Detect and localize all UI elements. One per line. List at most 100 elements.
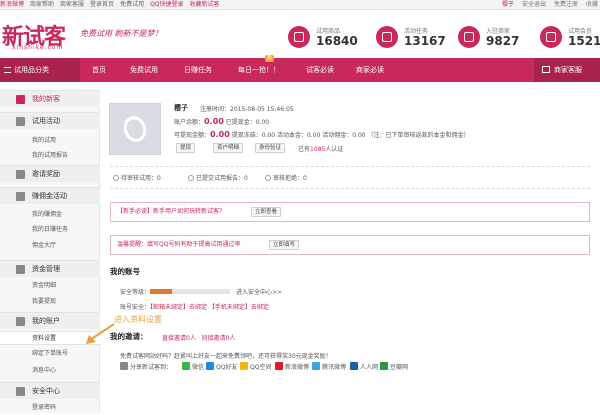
balance-row: 账户余额：0.00 已提现金：0.00 — [174, 117, 269, 126]
security-level-row: 安全等级： 进入安全中心>> — [120, 287, 282, 296]
top-bar: 新浪微博 商家帮助 商家客服 登录首页 免费试用 QQ快捷登录 收藏新试客 樱子… — [0, 0, 600, 10]
divider — [110, 166, 590, 167]
check-icon — [188, 175, 194, 181]
bind-links[interactable]: 【邮箱未绑定】去绑定 【手机未绑定】去绑定 — [150, 304, 269, 311]
sidebar-item-withdraw[interactable]: 我要提现 — [0, 295, 100, 309]
sidebar-item-bind-account[interactable]: 绑定下单账号 — [0, 347, 100, 361]
sidebar-fund-mgmt[interactable]: 资金管理 — [0, 260, 100, 277]
category-menu[interactable]: 试用品分类 — [0, 58, 80, 82]
headset-icon — [542, 66, 550, 73]
share-renren-label: 人人网 — [360, 364, 379, 371]
invite-description: 免费试客网站好吗？赶紧叫上好友一起来免费领吧，还可获得奖30元现金奖励！ — [120, 353, 332, 360]
topbar-link-service[interactable]: 商家客服 — [60, 0, 84, 10]
topbar-link-qq-login[interactable]: QQ快捷登录 — [150, 0, 183, 10]
share-tencent-weibo[interactable]: 腾讯微博 — [312, 362, 346, 371]
topbar-link-favorite[interactable]: 收藏新试客 — [190, 0, 220, 10]
gift-icon — [16, 170, 25, 179]
withdraw-button[interactable]: 提现 — [176, 143, 196, 153]
sidebar-item-my-earn[interactable]: 我的赚佣金 — [0, 208, 100, 222]
topbar-username[interactable]: 樱子 — [502, 0, 514, 10]
menu-icon — [4, 67, 11, 73]
profile-username: 樱子 — [174, 104, 188, 112]
security-center-link[interactable]: 进入安全中心>> — [236, 289, 282, 296]
share-qq-friend[interactable]: QQ好友 — [206, 362, 237, 371]
merchant-service-button[interactable]: 商家客服 — [534, 58, 600, 82]
hot-badge: 抢 — [265, 55, 275, 62]
sidebar-label: 试用活动 — [32, 117, 60, 125]
stat-value: 9827 — [486, 34, 520, 48]
shop-icon — [458, 26, 480, 48]
sidebar-item-my-report[interactable]: 我的试用报告 — [0, 149, 100, 163]
category-label: 试用品分类 — [14, 66, 49, 74]
nav-daily-task[interactable]: 日赚任务 — [184, 58, 212, 82]
share-sina-weibo[interactable]: 新浪微博 — [275, 362, 309, 371]
renren-icon — [350, 362, 358, 370]
nav-merchant-guide[interactable]: 商家必读 — [356, 58, 384, 82]
certified-suffix: 人认证 — [325, 146, 344, 153]
security-level-bar — [150, 289, 231, 294]
share-weibo-label: 新浪微博 — [285, 364, 310, 371]
nav-free-trial[interactable]: 免费试用 — [130, 58, 158, 82]
divider — [110, 188, 590, 189]
sidebar-my-center[interactable]: 我的新客 — [0, 90, 100, 107]
site-logo-domain: xinshike.com — [12, 44, 64, 51]
clock-icon — [113, 175, 119, 181]
topbar-link-free[interactable]: 免费试用 — [120, 0, 144, 10]
tencent-weibo-icon — [312, 362, 320, 370]
coin-icon — [16, 192, 25, 201]
sidebar-invite[interactable]: 邀请奖励 — [0, 165, 100, 182]
verify-identity-button[interactable]: 身份验证 — [255, 143, 286, 153]
topbar-favorite[interactable]: 收藏 — [586, 0, 598, 10]
topbar-logout[interactable]: 安全退出 — [522, 0, 546, 10]
sidebar-item-messages[interactable]: 消息中心 — [0, 364, 100, 378]
invite-count-link[interactable]: 直接邀请0人 · 间接邀请0人 — [162, 333, 235, 342]
account-security-row: 账号安全：【邮箱未绑定】去绑定 【手机未绑定】去绑定 — [120, 302, 269, 311]
status-waiting[interactable]: 待审核试用：0 — [113, 173, 161, 182]
sidebar-label: 赚佣金活动 — [32, 192, 67, 200]
share-wechat[interactable]: 微信 — [182, 362, 204, 371]
status-rejected-label: 审核拒绝：0 — [273, 175, 307, 182]
douban-icon — [380, 362, 388, 370]
sidebar-item-commission-hall[interactable]: 佣金大厅 — [0, 239, 100, 253]
status-waiting-label: 待审核试用：0 — [121, 175, 161, 182]
profile-register-time: 注册时间：2015-08-05 15:46:05 — [200, 106, 294, 113]
sidebar-earn[interactable]: 赚佣金活动 — [0, 187, 100, 204]
nav-trier-guide[interactable]: 试客必读 — [306, 58, 334, 82]
withdrawable-label: 可提现金额： — [174, 132, 211, 139]
sidebar-security[interactable]: 安全中心 — [0, 382, 100, 399]
status-reported[interactable]: 已提交试用报告：0 — [188, 173, 248, 182]
share-douban[interactable]: 豆瓣网 — [380, 362, 408, 371]
status-rejected[interactable]: 审核拒绝：0 — [265, 173, 307, 182]
qq-icon — [206, 362, 214, 370]
notice-newbie: 【新手必读】新手用户如何玩转新试客？ 立即查看 — [110, 202, 590, 222]
stat-value: 15212 — [568, 34, 600, 48]
stat-value: 16840 — [316, 34, 358, 48]
share-renren[interactable]: 人人网 — [350, 362, 378, 371]
sidebar-item-my-trial[interactable]: 我的试用 — [0, 134, 100, 148]
account-detail-button[interactable]: 资户明细 — [213, 143, 244, 153]
status-reported-label: 已提交试用报告：0 — [196, 175, 248, 182]
topbar-register[interactable]: 免费注册 — [554, 0, 578, 10]
share-icon — [120, 362, 128, 370]
certified-count: 1085 — [310, 146, 326, 153]
shield-icon — [16, 387, 25, 396]
share-label: 分享新试客到： — [120, 362, 172, 371]
fill-now-button[interactable]: 立即填写 — [269, 240, 300, 250]
avatar[interactable] — [109, 103, 161, 155]
nav-home[interactable]: 首页 — [92, 58, 106, 82]
sidebar-trial-activity[interactable]: 试用活动 — [0, 112, 100, 129]
notice-newbie-text: 【新手必读】新手用户如何玩转新试客？ — [117, 208, 226, 215]
topbar-link-weibo[interactable]: 新浪微博 — [0, 0, 24, 10]
nav-daily-grab[interactable]: 每日一抢！！ — [238, 58, 280, 82]
main-nav: 试用品分类 首页 免费试用 日赚任务 每日一抢！！ 试客必读 商家必读 商家客服 — [0, 58, 600, 82]
security-level-label: 安全等级： — [120, 289, 151, 296]
share-douban-label: 豆瓣网 — [390, 364, 409, 371]
share-qzone[interactable]: QQ空间 — [240, 362, 271, 371]
view-now-button[interactable]: 立即查看 — [251, 207, 282, 217]
sidebar-item-fund-detail[interactable]: 资金明细 — [0, 279, 100, 293]
topbar-link-home[interactable]: 登录首页 — [90, 0, 114, 10]
header: 新试客 xinshike.com 免费试用 刷新不是梦！ 试用商品 16840 … — [0, 10, 600, 58]
sidebar-item-daily-task[interactable]: 我的日赚任务 — [0, 223, 100, 237]
topbar-link-help[interactable]: 商家帮助 — [30, 0, 54, 10]
user-icon — [16, 95, 25, 104]
